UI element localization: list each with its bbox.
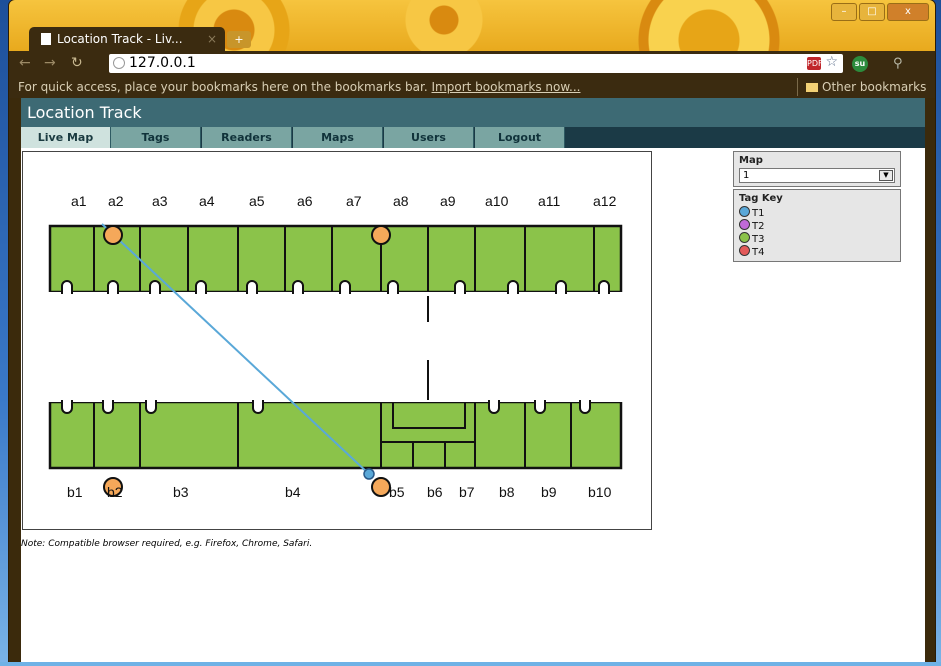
page-icon bbox=[41, 33, 51, 45]
tag-key-item-t2: T2 bbox=[739, 219, 895, 232]
room-label-bottom: b10 bbox=[588, 484, 612, 500]
top-rooms bbox=[48, 224, 623, 294]
room-label-top: a3 bbox=[152, 193, 168, 209]
tab-close-icon[interactable]: × bbox=[207, 32, 217, 46]
back-arrow-icon[interactable]: ← bbox=[19, 55, 31, 71]
room-label-top: a6 bbox=[297, 193, 313, 209]
tag-key-item-t3: T3 bbox=[739, 232, 895, 245]
tag-t1-marker[interactable] bbox=[363, 468, 375, 480]
bookmarks-bar: For quick access, place your bookmarks h… bbox=[9, 76, 935, 98]
taskbar bbox=[0, 662, 941, 666]
bookmarks-message-text: For quick access, place your bookmarks h… bbox=[18, 80, 428, 94]
wrench-icon[interactable]: ⚲ bbox=[893, 56, 903, 71]
room-label-bottom: b8 bbox=[499, 484, 515, 500]
new-tab-button[interactable]: + bbox=[227, 31, 251, 48]
tag-t3-dot-icon bbox=[739, 232, 750, 243]
browser-tab[interactable]: Location Track - Liv... × bbox=[29, 27, 225, 51]
top-room-labels: a1 a2 a3 a4 a5 a6 a7 a8 a9 a10 a11 a12 bbox=[71, 193, 617, 209]
reader-marker[interactable] bbox=[371, 477, 391, 497]
tag-key-title: Tag Key bbox=[739, 193, 783, 204]
tab-title: Location Track - Liv... bbox=[57, 32, 183, 46]
reload-icon[interactable]: ↻ bbox=[71, 55, 83, 71]
folder-icon bbox=[806, 83, 818, 92]
bottom-room-labels: b1 b2 b3 b4 b5 b6 b7 b8 b9 b10 bbox=[67, 484, 612, 500]
reader-marker[interactable] bbox=[371, 225, 391, 245]
tag-label: T1 bbox=[752, 208, 765, 219]
side-panel: Map 1 ▼ Tag Key T1 T2 T3 T4 bbox=[733, 151, 901, 264]
window-controls: – □ x bbox=[831, 3, 929, 21]
live-map: a1 a2 a3 a4 a5 a6 a7 a8 a9 a10 a11 a12 b1 b2 b3 b4 b5 b6… bbox=[22, 151, 652, 530]
room-label-top: a11 bbox=[538, 193, 561, 209]
main-nav: Live Map Tags Readers Maps Users Logout bbox=[21, 127, 925, 148]
tab-tags[interactable]: Tags bbox=[111, 127, 201, 148]
tag-key-box: Tag Key T1 T2 T3 T4 bbox=[733, 189, 901, 262]
room-label-bottom: b3 bbox=[173, 484, 189, 500]
tab-readers[interactable]: Readers bbox=[202, 127, 292, 148]
tag-t1-dot-icon bbox=[739, 206, 750, 217]
tab-maps[interactable]: Maps bbox=[293, 127, 383, 148]
corridor bbox=[50, 292, 621, 402]
map-select-title: Map bbox=[739, 155, 763, 166]
room-label-bottom: b1 bbox=[67, 484, 83, 500]
title-bar: Location Track - Liv... × + – □ x bbox=[9, 0, 935, 52]
tag-label: T3 bbox=[752, 234, 765, 245]
room-label-bottom: b4 bbox=[285, 484, 301, 500]
room-label-bottom: b7 bbox=[459, 484, 475, 500]
room-label-top: a9 bbox=[440, 193, 456, 209]
other-bookmarks-button[interactable]: Other bookmarks bbox=[806, 80, 926, 94]
room-label-top: a8 bbox=[393, 193, 409, 209]
reader-marker[interactable] bbox=[103, 225, 123, 245]
tag-label: T4 bbox=[752, 247, 765, 258]
app-title: Location Track bbox=[21, 98, 925, 127]
pdf-icon[interactable]: PDF bbox=[807, 57, 823, 70]
browser-window: Location Track - Liv... × + – □ x ← → ↻ … bbox=[9, 0, 935, 662]
room-label-bottom: b2 bbox=[107, 484, 123, 500]
tab-logout[interactable]: Logout bbox=[475, 127, 565, 148]
room-label-top: a10 bbox=[485, 193, 509, 209]
bookmarks-message: For quick access, place your bookmarks h… bbox=[18, 80, 581, 94]
tab-users[interactable]: Users bbox=[384, 127, 474, 148]
room-label-top: a1 bbox=[71, 193, 87, 209]
globe-icon bbox=[113, 57, 125, 69]
url-text: 127.0.0.1 bbox=[129, 55, 196, 71]
tag-key-item-t4: T4 bbox=[739, 245, 895, 258]
map-select-value: 1 bbox=[743, 170, 750, 181]
tab-live-map[interactable]: Live Map bbox=[21, 127, 111, 148]
room-label-top: a7 bbox=[346, 193, 362, 209]
room-label-top: a4 bbox=[199, 193, 215, 209]
room-label-top: a5 bbox=[249, 193, 265, 209]
room-label-top: a12 bbox=[593, 193, 617, 209]
room-label-bottom: b9 bbox=[541, 484, 557, 500]
map-select[interactable]: 1 ▼ bbox=[739, 168, 895, 183]
maximize-button[interactable]: □ bbox=[859, 3, 885, 21]
close-window-button[interactable]: x bbox=[887, 3, 929, 21]
room-label-top: a2 bbox=[108, 193, 124, 209]
dropdown-arrow-icon[interactable]: ▼ bbox=[879, 170, 893, 181]
minimize-button[interactable]: – bbox=[831, 3, 857, 21]
tag-t2-dot-icon bbox=[739, 219, 750, 230]
room-label-bottom: b6 bbox=[427, 484, 443, 500]
star-icon[interactable]: ☆ bbox=[825, 54, 838, 70]
import-bookmarks-link[interactable]: Import bookmarks now... bbox=[432, 80, 581, 94]
tag-t4-dot-icon bbox=[739, 245, 750, 256]
stumbleupon-icon[interactable]: su bbox=[852, 56, 868, 72]
map-select-box: Map 1 ▼ bbox=[733, 151, 901, 187]
divider bbox=[797, 78, 798, 96]
room-label-bottom: b5 bbox=[389, 484, 405, 500]
tag-key-item-t1: T1 bbox=[739, 206, 895, 219]
bottom-rooms bbox=[48, 400, 623, 470]
page-content: Location Track Live Map Tags Readers Map… bbox=[21, 98, 925, 662]
browser-note: Note: Compatible browser required, e.g. … bbox=[21, 539, 313, 549]
tag-label: T2 bbox=[752, 221, 765, 232]
floor-plan: a1 a2 a3 a4 a5 a6 a7 a8 a9 a10 a11 a12 b1 b2 b3 b4 b5 b6… bbox=[48, 193, 623, 500]
forward-arrow-icon[interactable]: → bbox=[44, 55, 56, 71]
other-bookmarks-label: Other bookmarks bbox=[822, 80, 927, 94]
browser-toolbar: ← → ↻ 127.0.0.1 PDF ☆ su ⚲ bbox=[9, 51, 935, 76]
address-bar[interactable]: 127.0.0.1 PDF ☆ bbox=[109, 54, 843, 73]
